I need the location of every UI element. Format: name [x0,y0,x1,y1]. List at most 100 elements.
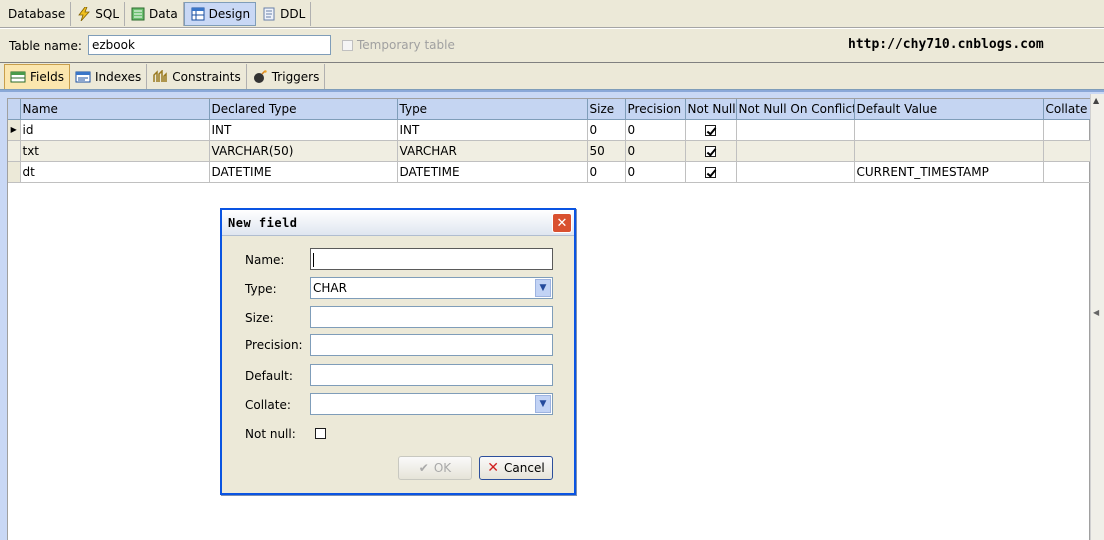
name-label: Name: [245,253,285,267]
checkmark-icon: ✔ [418,461,429,475]
table-row[interactable]: dt DATETIME DATETIME 0 0 CURRENT_TIMESTA… [8,161,1091,183]
table-name-input[interactable]: ezbook [88,35,331,55]
cell-collate[interactable] [1043,161,1091,183]
cell-precision[interactable]: 0 [625,140,686,162]
row-indicator [8,140,21,162]
cell-name[interactable]: dt [20,161,210,183]
cell-type[interactable]: INT [397,119,588,141]
tab-indexes-label: Indexes [94,69,142,84]
cell-size[interactable]: 50 [587,140,626,162]
cancel-button[interactable]: ✕ Cancel [479,456,553,480]
column-header[interactable]: Size [587,99,626,120]
cell-default[interactable] [854,140,1044,162]
cell-declared-type[interactable]: VARCHAR(50) [209,140,398,162]
tab-triggers[interactable]: Triggers [247,64,326,89]
not-null-checkbox[interactable] [705,124,716,136]
close-icon[interactable]: ✕ [552,213,572,233]
constraints-icon [152,69,168,85]
default-label: Default: [245,369,293,383]
column-header[interactable]: Collate [1043,99,1091,120]
cell-precision[interactable]: 0 [625,161,686,183]
triggers-icon [252,69,268,85]
cell-declared-type[interactable]: INT [209,119,398,141]
column-header[interactable]: Name [20,99,210,120]
cell-default[interactable] [854,119,1044,141]
chevron-down-icon[interactable]: ▼ [535,395,551,413]
tab-ddl-label: DDL [280,6,306,21]
tab-database[interactable]: Database [3,1,72,26]
cell-declared-type[interactable]: DATETIME [209,161,398,183]
column-header[interactable]: Declared Type [209,99,398,120]
tab-design[interactable]: Design [183,1,257,26]
table-name-row: Table name: ezbook Temporary table http:… [0,29,1104,62]
lightning-icon [76,6,92,22]
indexes-icon [75,69,91,85]
temporary-table-label: Temporary table [357,38,455,52]
type-select-value: CHAR [313,281,347,295]
fields-icon [10,69,26,85]
cell-name[interactable]: id [20,119,210,141]
dialog-title-bar[interactable]: New field ✕ [222,210,574,236]
column-header[interactable]: Default Value [854,99,1044,120]
tab-triggers-label: Triggers [271,69,320,84]
collate-label: Collate: [245,398,291,412]
default-field[interactable] [310,364,553,386]
column-header[interactable]: Type [397,99,588,120]
column-header[interactable]: Precision [625,99,686,120]
cell-collate[interactable] [1043,119,1091,141]
table-row[interactable]: txt VARCHAR(50) VARCHAR 50 0 [8,140,1091,162]
temporary-table-box[interactable] [342,39,353,51]
cell-type[interactable]: VARCHAR [397,140,588,162]
ddl-document-icon [261,6,277,22]
tab-data[interactable]: Data [125,1,184,26]
name-field[interactable] [310,248,553,270]
cell-on-conflict[interactable] [736,161,855,183]
current-row-arrow-icon: ▶ [8,119,21,141]
cell-size[interactable]: 0 [587,119,626,141]
column-header[interactable]: Not Null On Conflict [736,99,855,120]
not-null-checkbox[interactable] [705,166,716,178]
tab-sql[interactable]: SQL [71,1,126,26]
cell-collate[interactable] [1043,140,1091,162]
collate-select[interactable]: ▼ [310,393,553,415]
cell-type[interactable]: DATETIME [397,161,588,183]
cell-not-null[interactable] [685,161,737,183]
tab-fields[interactable]: Fields [4,64,70,89]
watermark-url: http://chy710.cnblogs.com [848,37,1044,52]
temporary-table-checkbox[interactable]: Temporary table [342,38,455,52]
scroll-grip-icon[interactable]: ◀ [1093,308,1099,317]
precision-field[interactable] [310,334,553,356]
table-row[interactable]: ▶ id INT INT 0 0 [8,119,1091,141]
tab-data-label: Data [149,6,178,21]
not-null-checkbox[interactable] [705,145,716,157]
scroll-up-icon[interactable]: ▲ [1093,96,1099,105]
cell-name[interactable]: txt [20,140,210,162]
column-header[interactable]: Not Null [685,99,737,120]
cancel-label: Cancel [504,461,545,475]
tab-ddl[interactable]: DDL [256,1,312,26]
cell-precision[interactable]: 0 [625,119,686,141]
vertical-scrollbar[interactable]: ▲ ◀ [1090,94,1104,540]
new-field-dialog: New field ✕ Name: Type: CHAR ▼ Size: Pre… [220,208,576,495]
cell-not-null[interactable] [685,119,737,141]
size-field[interactable] [310,306,553,328]
tab-database-label: Database [8,6,66,21]
chevron-down-icon[interactable]: ▼ [535,279,551,297]
row-indicator [8,161,21,183]
not-null-checkbox[interactable] [315,428,326,439]
cell-on-conflict[interactable] [736,140,855,162]
tab-sql-label: SQL [95,6,120,21]
sub-tab-bar: Fields Indexes Constraints Triggers [0,62,1104,90]
size-label: Size: [245,311,274,325]
type-select[interactable]: CHAR ▼ [310,277,553,299]
cell-size[interactable]: 0 [587,161,626,183]
cell-default[interactable]: CURRENT_TIMESTAMP [854,161,1044,183]
tab-indexes[interactable]: Indexes [70,64,148,89]
cell-not-null[interactable] [685,140,737,162]
ok-button[interactable]: ✔ OK [398,456,472,480]
cell-on-conflict[interactable] [736,119,855,141]
not-null-label: Not null: [245,427,296,441]
ok-label: OK [433,461,452,475]
type-label: Type: [245,282,277,296]
tab-constraints[interactable]: Constraints [147,64,247,89]
